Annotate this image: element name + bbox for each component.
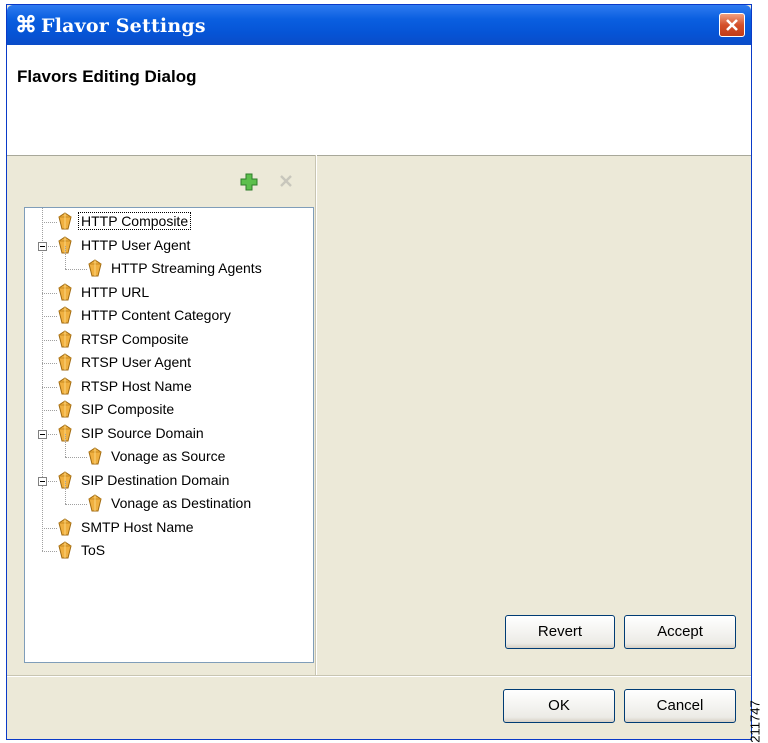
tree-connector [42, 363, 57, 364]
app-icon: ⌘ [15, 12, 37, 37]
flavor-icon [57, 376, 73, 395]
tree-item-label: ToS [81, 542, 106, 558]
tree-item-label: SIP Composite [81, 401, 175, 417]
tree-item[interactable]: ToS [25, 539, 311, 561]
flavor-icon [57, 541, 73, 559]
ok-button[interactable]: OK [503, 689, 615, 723]
tree-item-label: RTSP User Agent [81, 354, 191, 370]
collapse-toggle-icon[interactable] [38, 241, 47, 251]
tree-connector [65, 269, 87, 270]
tree-item[interactable]: Vonage as Source [25, 434, 311, 467]
collapse-toggle-icon[interactable] [38, 429, 47, 439]
tree-item[interactable]: HTTP User Agent [25, 234, 311, 256]
flavor-icon [87, 259, 103, 277]
window-title: Flavor Settings [41, 15, 206, 37]
collapse-toggle-icon[interactable] [38, 476, 47, 486]
tree-child-line [65, 246, 66, 269]
close-button[interactable] [719, 13, 745, 37]
tree-item[interactable]: HTTP Content Category [25, 304, 311, 326]
tree-item[interactable]: RTSP User Agent [25, 351, 311, 373]
footer-divider-highlight [7, 676, 751, 677]
tree-item[interactable]: SIP Destination Domain [25, 469, 311, 491]
tree-item[interactable]: RTSP Host Name [25, 375, 311, 397]
tree-connector [42, 292, 57, 294]
tree-connector [42, 527, 57, 529]
flavor-icon [57, 329, 73, 348]
close-icon [726, 19, 738, 31]
tree-connector [42, 339, 57, 341]
tree-child-line [65, 434, 66, 457]
tree-child-line [65, 481, 66, 504]
tree-item-label: HTTP Streaming Agents [111, 260, 262, 276]
tree-connector [42, 410, 57, 411]
tree-item-label: HTTP User Agent [81, 236, 191, 253]
tree-item[interactable]: Vonage as Destination [25, 481, 311, 514]
flavor-tree[interactable]: HTTP Composite HTTP User Agent HTTP Stream… [24, 207, 314, 663]
flavor-icon [57, 400, 73, 418]
tree-connector [42, 222, 57, 223]
tree-connector [65, 457, 87, 458]
tree-connector [42, 316, 57, 317]
flavor-icon [57, 306, 73, 324]
accept-button[interactable]: Accept [624, 615, 736, 649]
revert-button[interactable]: Revert [505, 615, 615, 649]
flavor-icon [87, 447, 103, 465]
tree-item-label: SIP Destination Domain [81, 471, 230, 488]
tree-item[interactable]: HTTP URL [25, 281, 311, 303]
tree-item-label: SMTP Host Name [81, 518, 194, 535]
tree-item-label: RTSP Host Name [81, 377, 192, 394]
delete-icon[interactable] [278, 173, 294, 189]
tree-connector [65, 504, 87, 505]
tree-item[interactable]: SMTP Host Name [25, 516, 311, 538]
add-icon[interactable] [240, 173, 258, 191]
tree-item[interactable]: SIP Source Domain [25, 422, 311, 444]
title-bar[interactable]: ⌘ Flavor Settings [7, 5, 751, 45]
tree-item-label: Vonage as Source [111, 448, 226, 464]
flavor-icon [57, 212, 73, 230]
tree-item[interactable]: RTSP Composite [25, 328, 311, 350]
tree-item[interactable]: SIP Composite [25, 398, 311, 420]
cancel-button[interactable]: Cancel [624, 689, 736, 723]
tree-item-label: RTSP Composite [81, 330, 189, 347]
figure-id: 211747 [746, 700, 766, 743]
tree-item-label: HTTP Content Category [81, 307, 231, 323]
flavor-icon [57, 282, 73, 301]
figure-id-text: 211747 [747, 700, 763, 743]
flavor-icon [87, 494, 103, 512]
dialog-header: Flavors Editing Dialog [7, 45, 751, 156]
dialog-heading: Flavors Editing Dialog [17, 67, 197, 86]
tree-connector [42, 386, 57, 388]
flavor-settings-window: ⌘ Flavor Settings Flavors Editing Dialog… [6, 4, 752, 740]
tree-item-label: HTTP Composite [77, 212, 192, 230]
tree-item[interactable]: HTTP Composite [25, 210, 311, 232]
tree-connector [42, 551, 57, 552]
tree-item[interactable]: HTTP Streaming Agents [25, 246, 311, 279]
tree-item-label: Vonage as Destination [111, 495, 252, 511]
tree-item-label: HTTP URL [81, 283, 150, 300]
pane-divider[interactable] [316, 155, 317, 675]
tree-item-label: SIP Source Domain [81, 424, 204, 441]
flavor-icon [57, 353, 73, 371]
flavor-icon [57, 517, 73, 536]
